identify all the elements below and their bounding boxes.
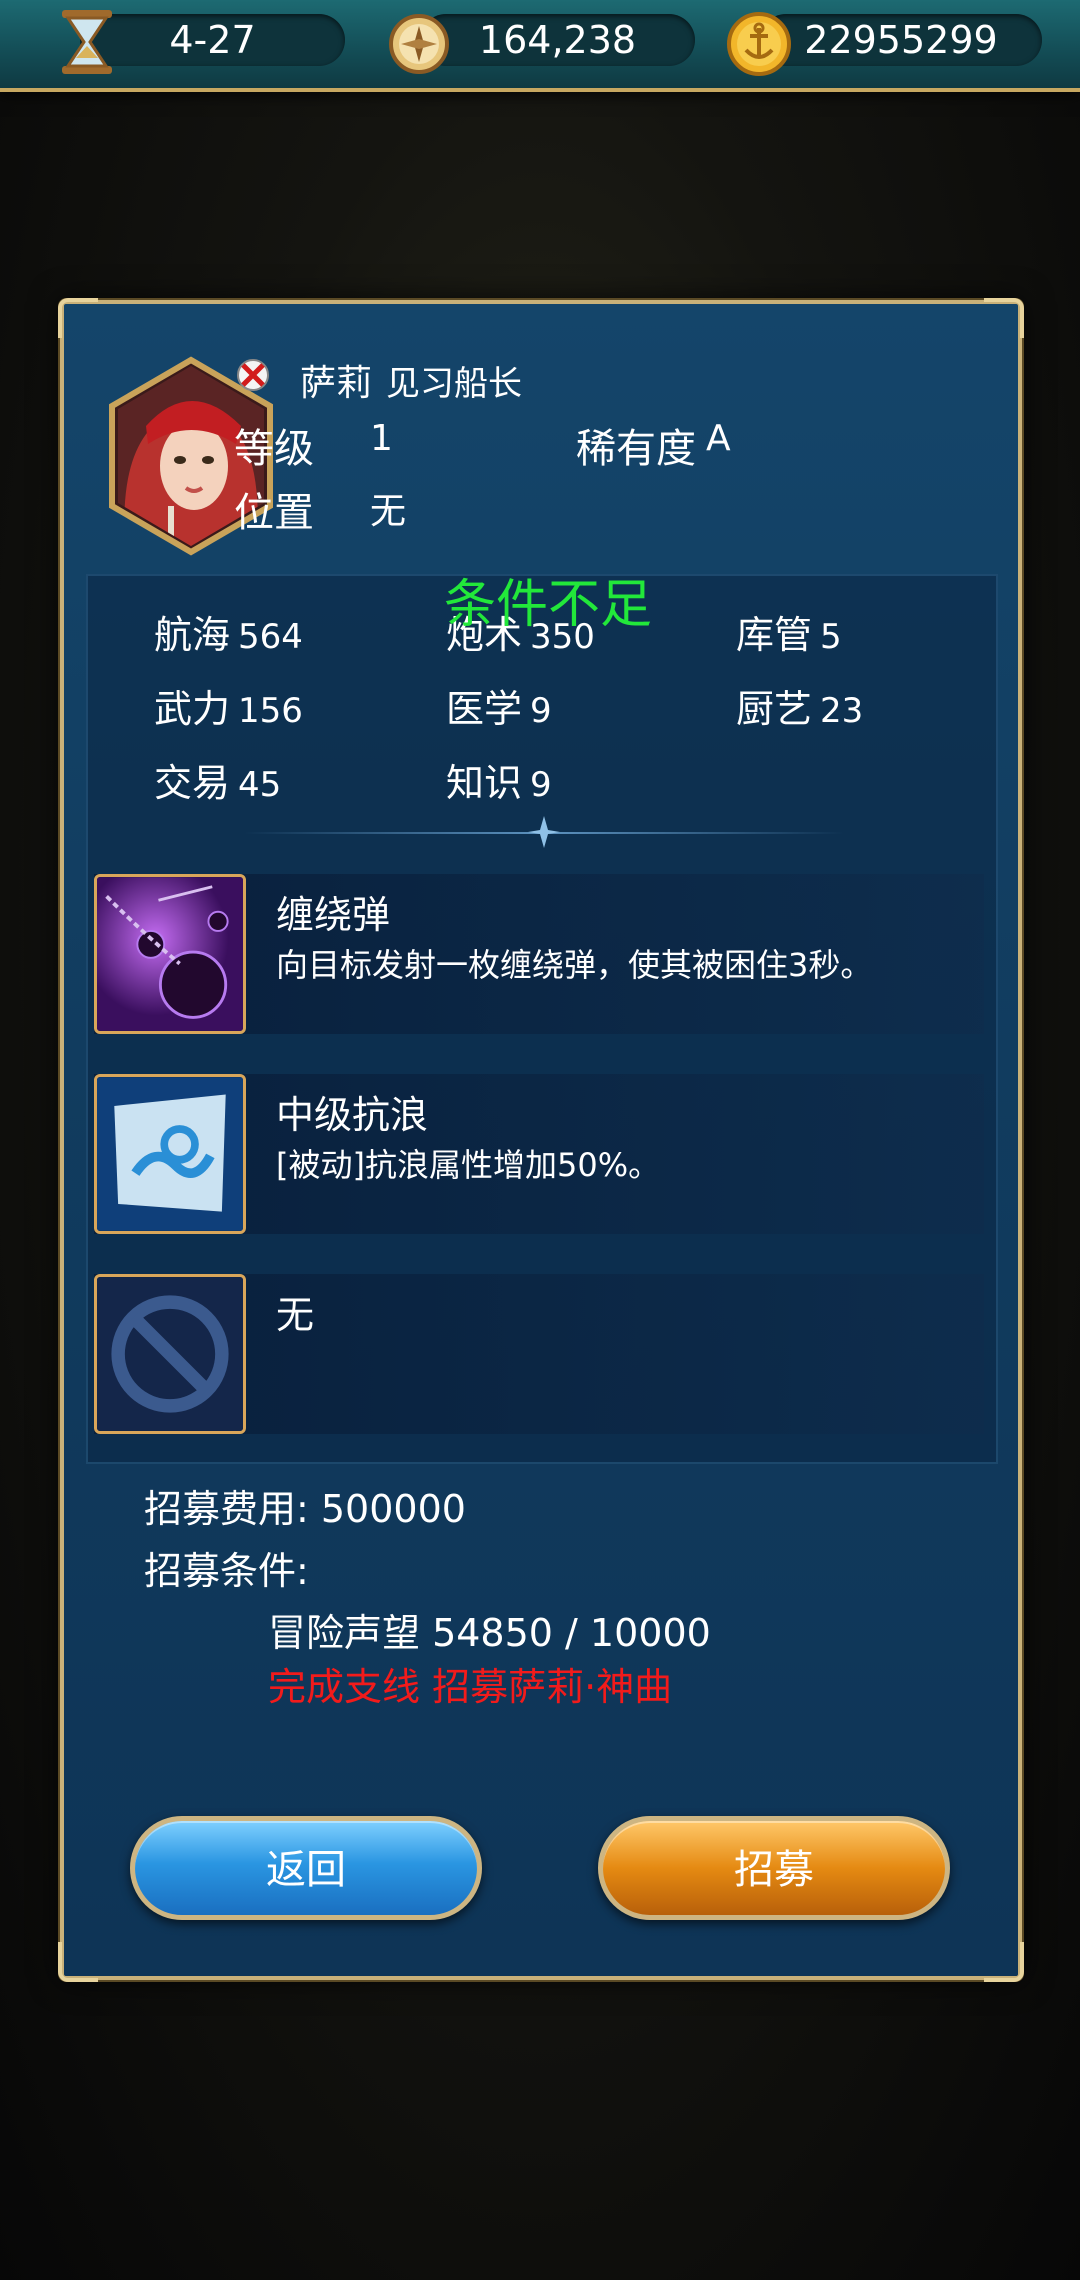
gold-coin-icon [727, 12, 791, 76]
wave-resist-icon [94, 1074, 246, 1234]
top-resource-bar: 4-27 164,238 22955299 [0, 0, 1080, 92]
compass-icon [389, 14, 449, 74]
recruit-cost: 招募费用: 500000 [144, 1487, 466, 1531]
stat-trade: 交易 45 [154, 752, 281, 807]
condition-fame: 冒险声望 54850 / 10000 [268, 1611, 711, 1655]
stat-navigation: 航海 564 [154, 604, 303, 659]
stat-combat: 武力 156 [154, 678, 303, 733]
skill-name: 无 [276, 1293, 315, 1337]
back-button-label: 返回 [266, 1847, 346, 1893]
date-text: 4-27 [169, 18, 256, 62]
condition-status: 条件不足 [444, 575, 653, 635]
skill-description: 向目标发射一枚缠绕弹，使其被困住3秒。 [276, 946, 873, 984]
gold-display: 22955299 [760, 14, 1042, 66]
level-label: 等级 [234, 426, 314, 472]
stat-value: 156 [238, 691, 303, 731]
frame-corner [58, 1942, 98, 1982]
stat-knowledge: 知识 9 [446, 752, 552, 807]
rarity-label: 稀有度 [576, 426, 696, 472]
hourglass-icon [62, 10, 112, 74]
skill-slot-1[interactable]: 缠绕弹 向目标发射一枚缠绕弹，使其被困住3秒。 [94, 874, 984, 1034]
stat-medicine: 医学 9 [446, 678, 552, 733]
frame-corner [984, 298, 1024, 338]
back-button[interactable]: 返回 [130, 1816, 482, 1920]
stat-label: 库管 [736, 613, 813, 657]
skill-name: 缠绕弹 [276, 893, 391, 937]
stat-value: 9 [530, 691, 552, 731]
gold-text: 22955299 [804, 18, 998, 62]
reputation-text: 164,238 [478, 18, 637, 62]
stat-value: 45 [238, 765, 282, 805]
rarity-value: A [706, 418, 731, 459]
stat-value: 564 [238, 617, 303, 657]
recruit-condition-label: 招募条件: [144, 1549, 309, 1593]
position-label: 位置 [234, 490, 314, 536]
stat-label: 航海 [154, 613, 231, 657]
stat-label: 交易 [154, 761, 231, 805]
no-skill-icon [94, 1274, 246, 1434]
nationality-flag-icon [237, 359, 269, 391]
chain-shot-icon [94, 874, 246, 1034]
stat-value: 9 [530, 765, 552, 805]
stat-label: 厨艺 [736, 687, 813, 731]
skill-name: 中级抗浪 [276, 1093, 429, 1137]
recruit-button-label: 招募 [734, 1847, 814, 1893]
stat-cooking: 厨艺 23 [736, 678, 863, 733]
stat-label: 医学 [446, 687, 523, 731]
divider-ornament-icon [528, 816, 560, 848]
stat-label: 武力 [154, 687, 231, 731]
recruit-button[interactable]: 招募 [598, 1816, 950, 1920]
frame-corner [984, 1942, 1024, 1982]
recruit-officer-dialog: 萨莉 见习船长 等级 1 稀有度 A 位置 无 航海 564 炮术 350 库管 5 … [58, 298, 1024, 1982]
reputation-display: 164,238 [420, 14, 695, 66]
position-value: 无 [370, 491, 407, 532]
officer-title: 见习船长 [386, 364, 522, 404]
frame-corner [58, 298, 98, 338]
stat-label: 知识 [446, 761, 523, 805]
officer-name: 萨莉 [300, 363, 373, 404]
skill-slot-2[interactable]: 中级抗浪 [被动]抗浪属性增加50%。 [94, 1074, 984, 1234]
skill-slot-3[interactable]: 无 [94, 1274, 984, 1434]
condition-quest: 完成支线 招募萨莉·神曲 [268, 1665, 673, 1709]
stat-storage: 库管 5 [736, 604, 842, 659]
stat-value: 5 [820, 617, 842, 657]
stat-value: 23 [820, 691, 864, 731]
skill-description: [被动]抗浪属性增加50%。 [276, 1146, 661, 1184]
level-value: 1 [370, 418, 393, 459]
